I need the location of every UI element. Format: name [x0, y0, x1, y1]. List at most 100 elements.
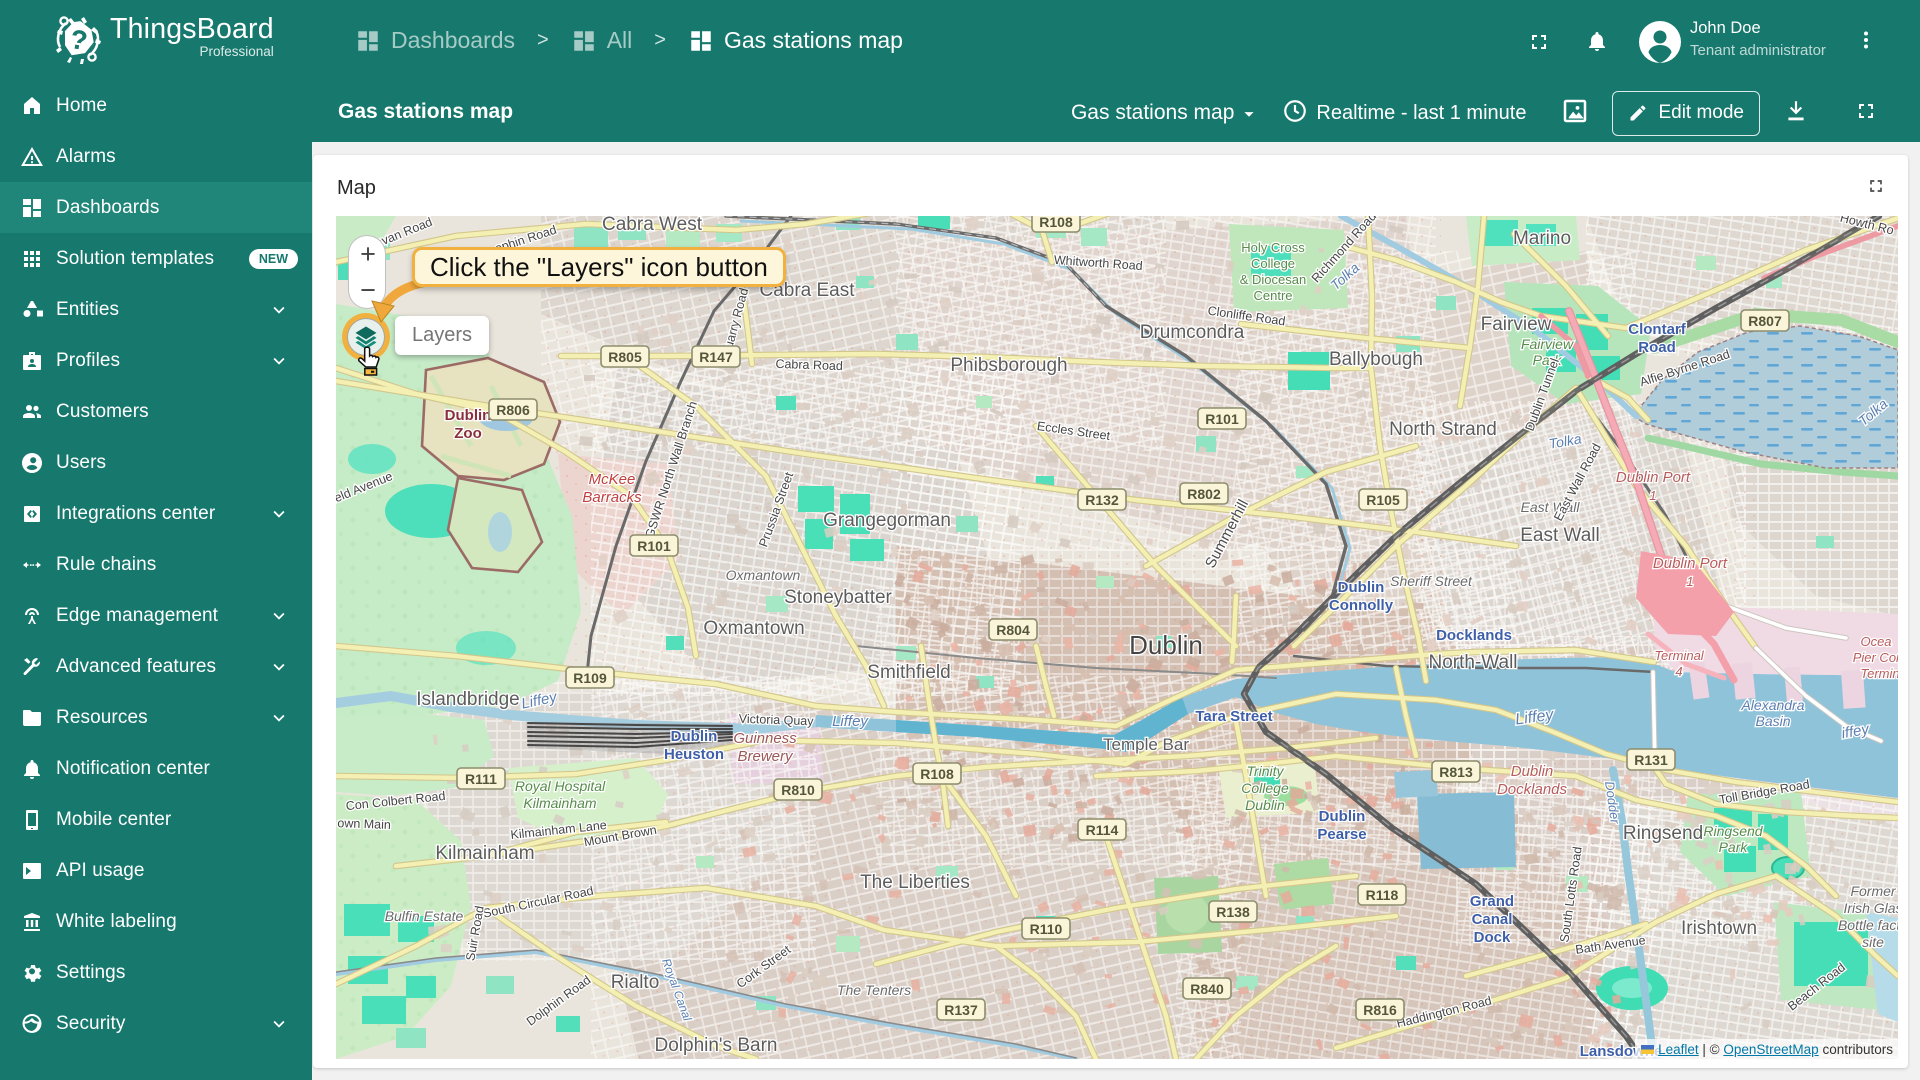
svg-text:Clontarf: Clontarf [1628, 321, 1687, 338]
svg-text:Fairview: Fairview [1521, 336, 1574, 352]
svg-text:1: 1 [1686, 574, 1693, 589]
svg-text:R816: R816 [1363, 1002, 1397, 1018]
svg-text:Liffey: Liffey [832, 713, 869, 730]
svg-text:R138: R138 [1216, 904, 1250, 920]
svg-text:site: site [1862, 934, 1884, 950]
svg-text:R147: R147 [699, 349, 733, 365]
svg-text:4: 4 [1675, 664, 1682, 679]
svg-text:Brewery: Brewery [737, 748, 794, 765]
svg-text:R118: R118 [1366, 887, 1399, 903]
svg-text:Irish Glas: Irish Glas [1843, 900, 1898, 916]
svg-text:Termin: Termin [1860, 666, 1898, 681]
svg-text:Terminal: Terminal [1654, 648, 1704, 663]
svg-text:own Main: own Main [337, 816, 391, 832]
svg-text:Dublin: Dublin [1129, 630, 1203, 660]
svg-text:North-Wall: North-Wall [1428, 652, 1517, 673]
svg-text:R805: R805 [608, 349, 642, 365]
svg-text:Dublin Port: Dublin Port [1653, 555, 1728, 572]
svg-text:Trinity: Trinity [1246, 763, 1284, 779]
svg-text:Holy Cross: Holy Cross [1241, 240, 1305, 255]
svg-text:Connolly: Connolly [1329, 597, 1394, 614]
svg-text:Former: Former [1850, 883, 1896, 899]
svg-text:Guinness: Guinness [733, 730, 797, 747]
svg-text:R806: R806 [496, 402, 530, 418]
svg-text:East Wall: East Wall [1520, 525, 1600, 546]
svg-text:Road: Road [1638, 339, 1676, 356]
svg-text:Heuston: Heuston [664, 746, 724, 763]
svg-text:R108: R108 [1039, 216, 1073, 230]
svg-text:R131: R131 [1634, 752, 1668, 768]
svg-text:Rialto: Rialto [611, 972, 660, 993]
svg-text:Centre: Centre [1253, 288, 1292, 303]
svg-text:Dublin: Dublin [1338, 579, 1385, 596]
svg-text:Stoneybatter: Stoneybatter [784, 587, 892, 608]
svg-text:Docklands: Docklands [1497, 781, 1568, 798]
svg-text:R111: R111 [465, 771, 497, 787]
svg-text:Dublin: Dublin [671, 728, 718, 745]
svg-text:Park: Park [1719, 839, 1749, 855]
svg-text:Pier Con: Pier Con [1853, 650, 1898, 665]
svg-text:Ringsend: Ringsend [1703, 823, 1763, 839]
svg-text:R807: R807 [1748, 313, 1782, 329]
svg-text:R110: R110 [1030, 921, 1063, 937]
svg-text:Docklands: Docklands [1436, 627, 1512, 644]
svg-text:R105: R105 [1366, 492, 1400, 508]
svg-text:Ballybough: Ballybough [1329, 349, 1423, 370]
svg-text:R109: R109 [573, 670, 607, 686]
svg-text:Basin: Basin [1755, 713, 1790, 729]
svg-text:R108: R108 [920, 766, 954, 782]
svg-text:R802: R802 [1187, 486, 1221, 502]
svg-text:Alexandra: Alexandra [1740, 697, 1804, 713]
svg-text:Cabra West: Cabra West [602, 216, 703, 235]
svg-text:Royal Hospital: Royal Hospital [515, 778, 606, 794]
svg-text:R137: R137 [944, 1002, 978, 1018]
svg-text:R810: R810 [781, 782, 815, 798]
svg-text:Sheriff Street: Sheriff Street [1390, 573, 1473, 589]
svg-text:Irishtown: Irishtown [1681, 918, 1757, 939]
svg-text:1: 1 [1649, 488, 1656, 503]
svg-text:Smithfield: Smithfield [867, 662, 950, 683]
svg-text:Drumcondra: Drumcondra [1140, 322, 1245, 343]
svg-text:Fairview: Fairview [1481, 314, 1552, 335]
svg-text:R132: R132 [1085, 492, 1119, 508]
svg-text:Dock: Dock [1474, 929, 1511, 946]
svg-text:Oxmantown: Oxmantown [703, 618, 804, 639]
svg-text:Pearse: Pearse [1317, 826, 1366, 843]
svg-text:Bottle facto: Bottle facto [1838, 917, 1898, 933]
svg-text:Cabra Road: Cabra Road [775, 357, 843, 373]
svg-text:Dublin: Dublin [1245, 797, 1285, 813]
svg-text:& Diocesan: & Diocesan [1240, 272, 1306, 287]
svg-text:Dublin: Dublin [1319, 808, 1366, 825]
svg-text:Phibsborough: Phibsborough [950, 355, 1067, 376]
svg-text:Grand: Grand [1470, 893, 1514, 910]
svg-text:Islandbridge: Islandbridge [416, 689, 520, 710]
svg-text:North Strand: North Strand [1389, 419, 1497, 440]
svg-text:Temple Bar: Temple Bar [1103, 735, 1189, 754]
svg-text:R114: R114 [1086, 822, 1119, 838]
svg-text:Marino: Marino [1513, 228, 1571, 249]
svg-text:R813: R813 [1439, 764, 1473, 780]
svg-text:Tara Street: Tara Street [1195, 708, 1272, 725]
svg-text:The Tenters: The Tenters [837, 982, 911, 998]
svg-text:Dublin: Dublin [445, 407, 492, 424]
svg-text:Dublin Port: Dublin Port [1616, 469, 1691, 486]
svg-text:College: College [1241, 780, 1289, 796]
svg-text:Victoria Quay: Victoria Quay [739, 712, 815, 729]
svg-text:Zoo: Zoo [454, 425, 482, 442]
svg-text:Ringsend: Ringsend [1623, 823, 1703, 844]
svg-text:Dublin: Dublin [1511, 763, 1554, 780]
svg-text:Barracks: Barracks [582, 489, 642, 506]
svg-text:R101: R101 [1205, 411, 1239, 427]
svg-text:The Liberties: The Liberties [860, 872, 970, 893]
svg-text:Grangegorman: Grangegorman [823, 510, 951, 531]
svg-text:Ocea: Ocea [1860, 634, 1891, 649]
svg-text:Canal: Canal [1472, 911, 1513, 928]
svg-text:Kilmainham: Kilmainham [435, 843, 534, 864]
svg-text:McKee: McKee [589, 471, 636, 488]
svg-text:Kilmainham: Kilmainham [523, 795, 596, 811]
svg-text:R840: R840 [1190, 981, 1224, 997]
svg-text:R804: R804 [996, 622, 1030, 638]
svg-text:Bulfin Estate: Bulfin Estate [385, 908, 464, 924]
svg-text:College: College [1251, 256, 1295, 271]
svg-text:R101: R101 [637, 538, 671, 554]
